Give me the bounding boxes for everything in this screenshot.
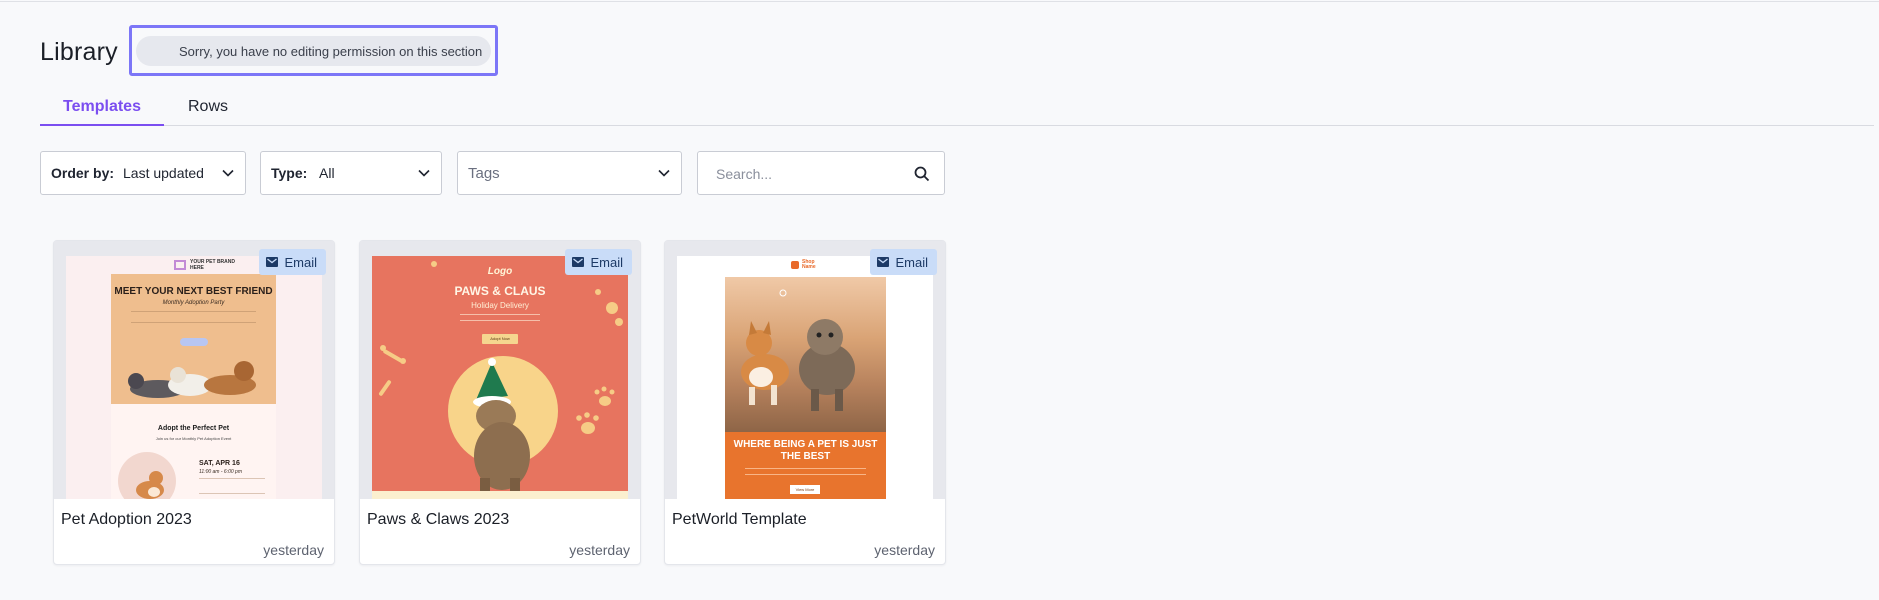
library-tabs: Templates Rows bbox=[40, 94, 1874, 126]
template-thumbnail: Shop Name WHERE BEING A PET IS JUST THE … bbox=[665, 241, 945, 499]
corgi-illustration-icon bbox=[136, 471, 164, 499]
order-by-label: Order by: bbox=[51, 165, 115, 181]
thumb-event-time: 11:00 am - 6:00 pm bbox=[199, 469, 242, 475]
email-badge: Email bbox=[565, 249, 632, 275]
template-card[interactable]: YOUR PET BRAND HERE MEET YOUR NEXT BEST … bbox=[53, 240, 335, 565]
template-name: PetWorld Template bbox=[672, 511, 807, 528]
thumb-heading: MEET YOUR NEXT BEST FRIEND bbox=[114, 286, 273, 297]
badge-label: Email bbox=[590, 254, 623, 270]
badge-label: Email bbox=[895, 254, 928, 270]
thumb-button: Adopt Now bbox=[482, 334, 518, 344]
thumb-subheading: Monthly Adoption Party bbox=[162, 300, 225, 306]
email-icon bbox=[877, 257, 890, 267]
dog-with-hat-illustration-icon bbox=[473, 358, 530, 494]
template-thumbnail: YOUR PET BRAND HERE MEET YOUR NEXT BEST … bbox=[54, 241, 334, 499]
template-card[interactable]: Logo PAWS & CLAUS Holiday Delivery Adopt… bbox=[359, 240, 641, 565]
thumb-subheading: Holiday Delivery bbox=[471, 301, 529, 310]
thumb-logo: Shop Name bbox=[802, 259, 816, 270]
thumb-event-date: SAT, APR 16 bbox=[199, 460, 240, 467]
type-label: Type: bbox=[271, 165, 308, 181]
order-by-value: Last updated bbox=[123, 165, 204, 181]
permission-notice-text: Sorry, you have no editing permission on… bbox=[179, 44, 483, 59]
thumb-heading: PAWS & CLAUS bbox=[454, 284, 546, 298]
thumb-button: View More bbox=[790, 485, 820, 494]
permission-notice: Sorry, you have no editing permission on… bbox=[136, 36, 491, 66]
template-preview: Logo PAWS & CLAUS Holiday Delivery Adopt… bbox=[372, 256, 628, 499]
page-title: Library bbox=[40, 38, 118, 66]
template-name: Pet Adoption 2023 bbox=[61, 511, 192, 528]
badge-label: Email bbox=[284, 254, 317, 270]
thumb-brand: YOUR PET BRAND HERE bbox=[190, 259, 236, 271]
template-date: yesterday bbox=[263, 542, 324, 558]
search-box bbox=[697, 151, 945, 195]
top-divider bbox=[0, 1, 1879, 2]
email-icon bbox=[266, 257, 279, 267]
thumb-button bbox=[180, 338, 208, 346]
thumb-section-sub: Join us for our Monthly Pet Adoption Eve… bbox=[155, 436, 232, 441]
thumb-section-heading: Adopt the Perfect Pet bbox=[157, 425, 230, 432]
thumb-heading: WHERE BEING A PET IS JUST THE BEST bbox=[733, 439, 878, 462]
chevron-down-icon bbox=[222, 169, 234, 177]
tabs-divider bbox=[40, 125, 1874, 126]
order-by-dropdown[interactable]: Order by: Last updated bbox=[40, 151, 246, 195]
chevron-down-icon bbox=[658, 169, 670, 177]
type-value: All bbox=[319, 165, 335, 181]
chevron-down-icon bbox=[418, 169, 430, 177]
email-icon bbox=[572, 257, 585, 267]
template-card[interactable]: Shop Name WHERE BEING A PET IS JUST THE … bbox=[664, 240, 946, 565]
template-date: yesterday bbox=[569, 542, 630, 558]
email-badge: Email bbox=[870, 249, 937, 275]
template-date: yesterday bbox=[874, 542, 935, 558]
tab-rows[interactable]: Rows bbox=[188, 94, 268, 126]
tab-templates[interactable]: Templates bbox=[40, 94, 164, 126]
email-badge: Email bbox=[259, 249, 326, 275]
pets-illustration-icon bbox=[128, 361, 256, 398]
dogs-photo bbox=[725, 277, 886, 432]
type-dropdown[interactable]: Type: All bbox=[260, 151, 442, 195]
search-icon[interactable] bbox=[913, 165, 931, 183]
template-preview: Shop Name WHERE BEING A PET IS JUST THE … bbox=[677, 256, 933, 499]
search-input[interactable] bbox=[714, 162, 908, 186]
template-thumbnail: Logo PAWS & CLAUS Holiday Delivery Adopt… bbox=[360, 241, 640, 499]
tags-dropdown[interactable]: Tags bbox=[457, 151, 682, 195]
template-name: Paws & Claws 2023 bbox=[367, 511, 510, 528]
tags-placeholder: Tags bbox=[468, 165, 500, 182]
running-dogs-illustration-icon bbox=[741, 289, 855, 411]
template-preview: YOUR PET BRAND HERE MEET YOUR NEXT BEST … bbox=[66, 256, 322, 499]
shop-logo-icon bbox=[791, 261, 799, 269]
permission-notice-highlight: Sorry, you have no editing permission on… bbox=[129, 25, 498, 76]
brand-logo-icon bbox=[174, 260, 186, 270]
